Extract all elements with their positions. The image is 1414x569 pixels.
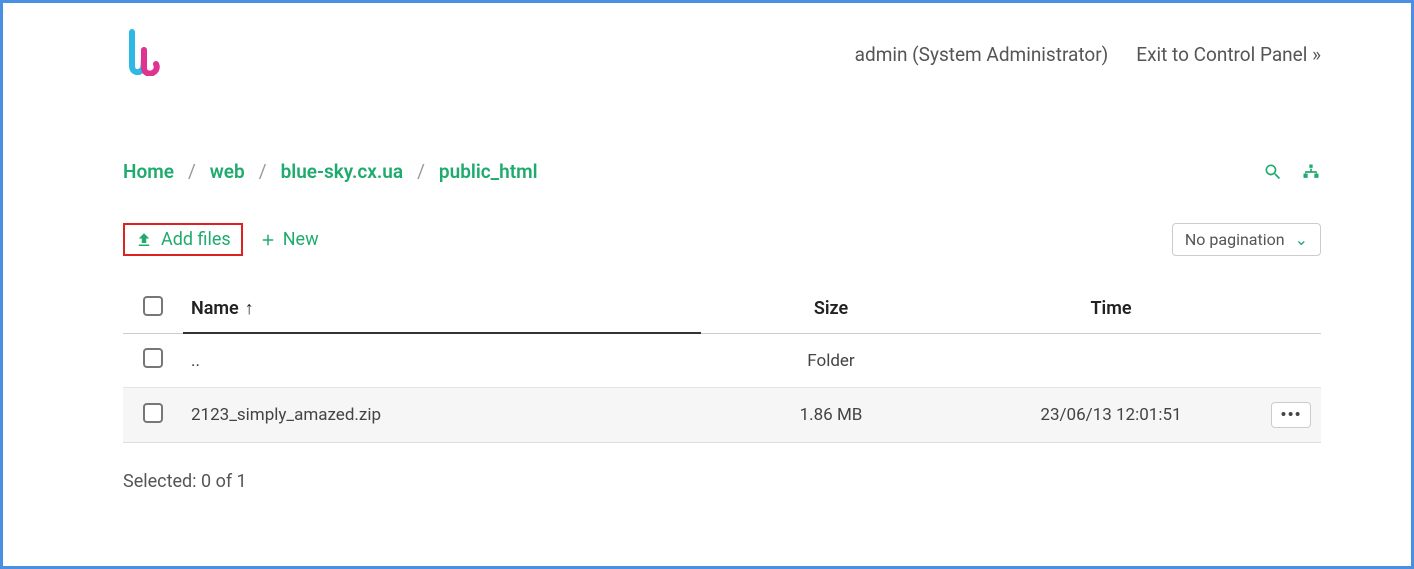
file-name[interactable]: 2123_simply_amazed.zip bbox=[183, 388, 701, 443]
selection-status: Selected: 0 of 1 bbox=[123, 471, 1321, 492]
breadcrumb-sep: / bbox=[188, 160, 196, 183]
file-time: 23/06/13 12:01:51 bbox=[961, 388, 1261, 443]
file-name[interactable]: .. bbox=[183, 334, 701, 388]
file-table: Name↑ Size Time .. Folder 2123_simply_am… bbox=[123, 286, 1321, 443]
new-label: New bbox=[283, 229, 319, 250]
table-row[interactable]: .. Folder bbox=[123, 334, 1321, 388]
add-files-button[interactable]: Add files bbox=[123, 223, 243, 256]
breadcrumb-sep: / bbox=[417, 160, 425, 183]
breadcrumb-domain[interactable]: blue-sky.cx.ua bbox=[281, 160, 404, 183]
breadcrumb-sep: / bbox=[259, 160, 267, 183]
column-header-time[interactable]: Time bbox=[961, 286, 1261, 334]
top-bar: admin (System Administrator) Exit to Con… bbox=[123, 28, 1321, 80]
breadcrumb: Home / web / blue-sky.cx.ua / public_htm… bbox=[123, 160, 538, 183]
column-header-name[interactable]: Name↑ bbox=[183, 286, 701, 334]
file-size: Folder bbox=[701, 334, 961, 388]
add-files-label: Add files bbox=[161, 229, 231, 250]
select-all-checkbox[interactable] bbox=[143, 296, 163, 316]
sitemap-icon[interactable] bbox=[1301, 162, 1321, 182]
column-header-size[interactable]: Size bbox=[701, 286, 961, 334]
new-button[interactable]: New bbox=[253, 225, 325, 254]
user-link[interactable]: admin (System Administrator) bbox=[855, 43, 1109, 66]
exit-link[interactable]: Exit to Control Panel » bbox=[1136, 43, 1321, 66]
row-checkbox[interactable] bbox=[143, 348, 163, 368]
pagination-select[interactable]: No pagination ⌄ bbox=[1172, 223, 1321, 256]
table-row[interactable]: 2123_simply_amazed.zip 1.86 MB 23/06/13 … bbox=[123, 388, 1321, 443]
file-size: 1.86 MB bbox=[701, 388, 961, 443]
chevron-down-icon: ⌄ bbox=[1295, 230, 1308, 249]
upload-icon bbox=[135, 231, 153, 249]
app-logo bbox=[123, 28, 165, 80]
sort-arrow-up-icon: ↑ bbox=[245, 298, 254, 319]
breadcrumb-folder[interactable]: public_html bbox=[439, 160, 538, 183]
row-actions-button[interactable]: ••• bbox=[1271, 402, 1310, 428]
file-time bbox=[961, 334, 1261, 388]
breadcrumb-home[interactable]: Home bbox=[123, 160, 174, 183]
row-checkbox[interactable] bbox=[143, 403, 163, 423]
pagination-label: No pagination bbox=[1185, 230, 1285, 249]
breadcrumb-web[interactable]: web bbox=[210, 160, 245, 183]
plus-icon bbox=[259, 231, 277, 249]
search-icon[interactable] bbox=[1263, 162, 1283, 182]
